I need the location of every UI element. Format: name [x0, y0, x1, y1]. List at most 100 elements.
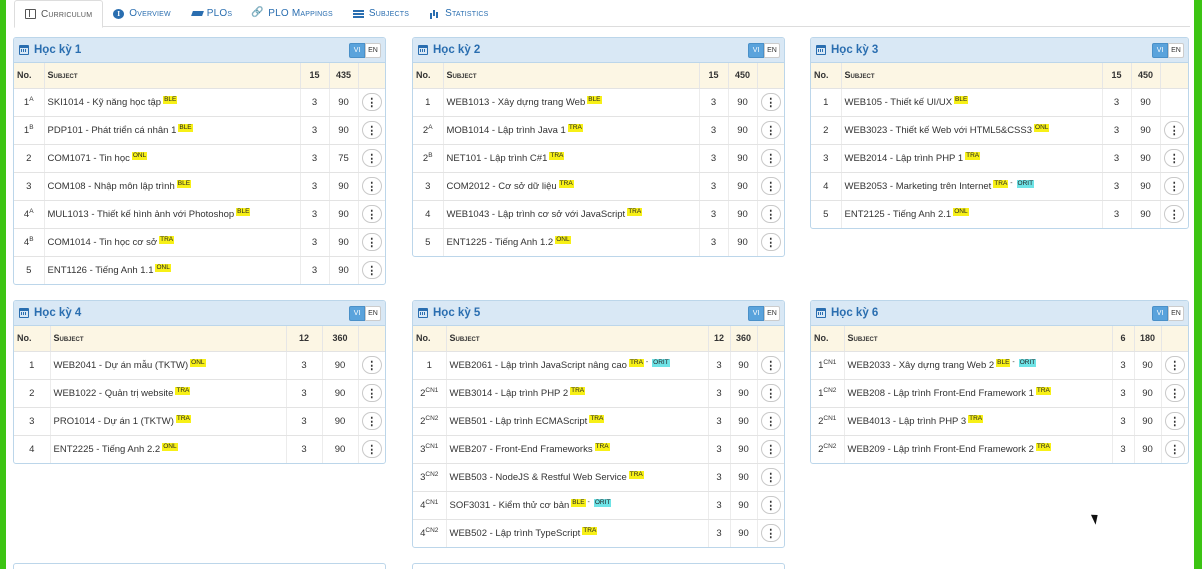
actions-cell: ⋮	[358, 379, 385, 408]
more-options-button[interactable]: ⋮	[760, 496, 781, 514]
more-options-button[interactable]: ⋮	[760, 93, 781, 111]
credits-cell: 3	[708, 379, 731, 408]
actions-cell: ⋮	[358, 88, 385, 117]
more-options-button[interactable]: ⋮	[760, 121, 781, 139]
more-options-button[interactable]: ⋮	[361, 412, 382, 430]
vertical-dots-icon: ⋮	[366, 96, 378, 109]
subject-row: 3CN1 WEB207 - Front-End Frameworks TRA 3 90 ⋮	[413, 435, 784, 464]
more-options-button[interactable]: ⋮	[361, 149, 382, 167]
tab-curriculum[interactable]: Curriculum	[14, 0, 104, 28]
more-options-button[interactable]: ⋮	[1164, 205, 1185, 224]
delivery-tag: ORIT	[1018, 359, 1037, 367]
tab-label: Subjects	[368, 8, 410, 19]
subject-cell: COM1014 - Tin học cơ sở TRA	[44, 228, 301, 257]
tab-overview[interactable]: Overview	[103, 0, 181, 27]
lang-vi-button[interactable]: VI	[349, 43, 365, 58]
row-number: 2B	[413, 144, 444, 173]
more-options-button[interactable]: ⋮	[760, 412, 781, 430]
lang-vi-button[interactable]: VI	[1152, 43, 1168, 58]
more-options-button[interactable]: ⋮	[361, 384, 382, 402]
vertical-dots-icon: ⋮	[366, 387, 378, 400]
lang-en-button[interactable]: EN	[1168, 43, 1184, 58]
delivery-tag: TRA	[175, 387, 191, 395]
language-toggle: VI EN	[748, 43, 780, 58]
language-toggle: VI EN	[1152, 43, 1184, 58]
more-options-button[interactable]: ⋮	[760, 177, 781, 195]
subject-row: 1 WEB1013 - Xây dựng trang Web BLE 3 90 ⋮	[413, 88, 784, 117]
subject-row: 5 ENT1126 - Tiếng Anh 1.1 ONL 3 90 ⋮	[14, 256, 385, 284]
tab-plo-mappings[interactable]: PLO Mappings	[242, 0, 343, 27]
more-options-button[interactable]: ⋮	[361, 233, 382, 251]
row-number-value: 1	[29, 359, 35, 371]
more-options-button[interactable]: ⋮	[1164, 440, 1185, 459]
credits-cell: 3	[699, 88, 729, 117]
subject-name: SKI1014 - Kỹ năng học tập	[47, 97, 162, 108]
credits-cell: 3	[300, 172, 330, 201]
total-credits: 15	[300, 63, 330, 89]
more-options-button[interactable]: ⋮	[1164, 149, 1185, 167]
subject-name: ENT1126 - Tiếng Anh 1.1	[47, 265, 154, 277]
lang-vi-button[interactable]: VI	[748, 43, 764, 58]
more-options-button[interactable]: ⋮	[361, 356, 382, 374]
row-variant-label: A	[29, 207, 34, 215]
delivery-tag: TRA	[1035, 443, 1051, 452]
more-options-button[interactable]: ⋮	[760, 384, 781, 402]
total-hours: 360	[322, 326, 359, 352]
more-options-button[interactable]: ⋮	[760, 233, 781, 252]
credits-cell: 3	[1102, 172, 1132, 201]
subject-cell: WEB2053 - Marketing trên Internet TRA - O…	[841, 172, 1103, 201]
row-variant-label: CN1	[823, 358, 837, 366]
hours-cell: 90	[1134, 379, 1162, 408]
lang-en-button[interactable]: EN	[764, 306, 780, 321]
row-number: 1A	[14, 88, 45, 117]
more-options-button[interactable]: ⋮	[361, 121, 382, 139]
more-options-button[interactable]: ⋮	[760, 356, 781, 374]
more-options-button[interactable]: ⋮	[760, 468, 781, 486]
credits-cell: 3	[300, 144, 330, 173]
lang-en-button[interactable]: EN	[365, 43, 381, 58]
more-options-button[interactable]: ⋮	[1164, 384, 1185, 402]
lang-vi-button[interactable]: VI	[349, 306, 365, 321]
row-number: 4CN1	[413, 491, 447, 520]
more-options-button[interactable]: ⋮	[760, 149, 781, 167]
total-hours: 450	[1131, 63, 1161, 89]
row-number: 1B	[14, 116, 45, 145]
actions-cell: ⋮	[757, 351, 784, 380]
vertical-dots-icon: ⋮	[366, 264, 378, 277]
more-options-button[interactable]: ⋮	[1164, 121, 1185, 139]
row-number: 3	[14, 172, 45, 201]
more-options-button[interactable]: ⋮	[361, 93, 382, 111]
more-options-button[interactable]: ⋮	[760, 524, 781, 543]
lang-en-button[interactable]: EN	[1168, 306, 1184, 321]
actions-cell: ⋮	[757, 200, 784, 229]
more-options-button[interactable]: ⋮	[1164, 356, 1185, 374]
more-options-button[interactable]: ⋮	[361, 440, 382, 459]
subject-row: 2CN1 WEB4013 - Lập trình PHP 3 TRA 3 90 ⋮	[811, 407, 1188, 436]
hours-cell: 90	[1131, 116, 1161, 145]
lang-vi-button[interactable]: VI	[748, 306, 764, 321]
delivery-tag: ONL	[131, 152, 148, 160]
actions-cell: ⋮	[1160, 200, 1188, 228]
subject-cell: COM108 - Nhập môn lập trình BLE	[44, 172, 301, 201]
subject-cell: WEB208 - Lập trình Front-End Framework 1…	[844, 379, 1113, 408]
graduation-cap-icon	[191, 9, 202, 19]
more-options-button[interactable]: ⋮	[1164, 412, 1185, 430]
semester-header: Học kỳ 5 VI EN	[413, 301, 784, 326]
lang-en-button[interactable]: EN	[764, 43, 780, 58]
more-options-button[interactable]: ⋮	[760, 205, 781, 223]
lang-vi-button[interactable]: VI	[1152, 306, 1168, 321]
row-variant-label: CN2	[823, 386, 837, 394]
hours-cell: 90	[728, 88, 758, 117]
table-header-row: No. Subject 6 180	[811, 326, 1188, 352]
more-options-button[interactable]: ⋮	[361, 177, 382, 195]
tab-subjects[interactable]: Subjects	[343, 0, 419, 27]
tab-plos[interactable]: PLOs	[181, 0, 242, 27]
more-options-button[interactable]: ⋮	[1164, 177, 1185, 195]
more-options-button[interactable]: ⋮	[361, 261, 382, 280]
tab-statistics[interactable]: Statistics	[419, 0, 498, 27]
more-options-button[interactable]: ⋮	[760, 440, 781, 458]
credits-cell: 3	[1112, 435, 1135, 463]
more-options-button[interactable]: ⋮	[361, 205, 382, 223]
lang-en-button[interactable]: EN	[365, 306, 381, 321]
subject-name: MUL1013 - Thiết kế hình ảnh với Photosho…	[47, 209, 235, 220]
